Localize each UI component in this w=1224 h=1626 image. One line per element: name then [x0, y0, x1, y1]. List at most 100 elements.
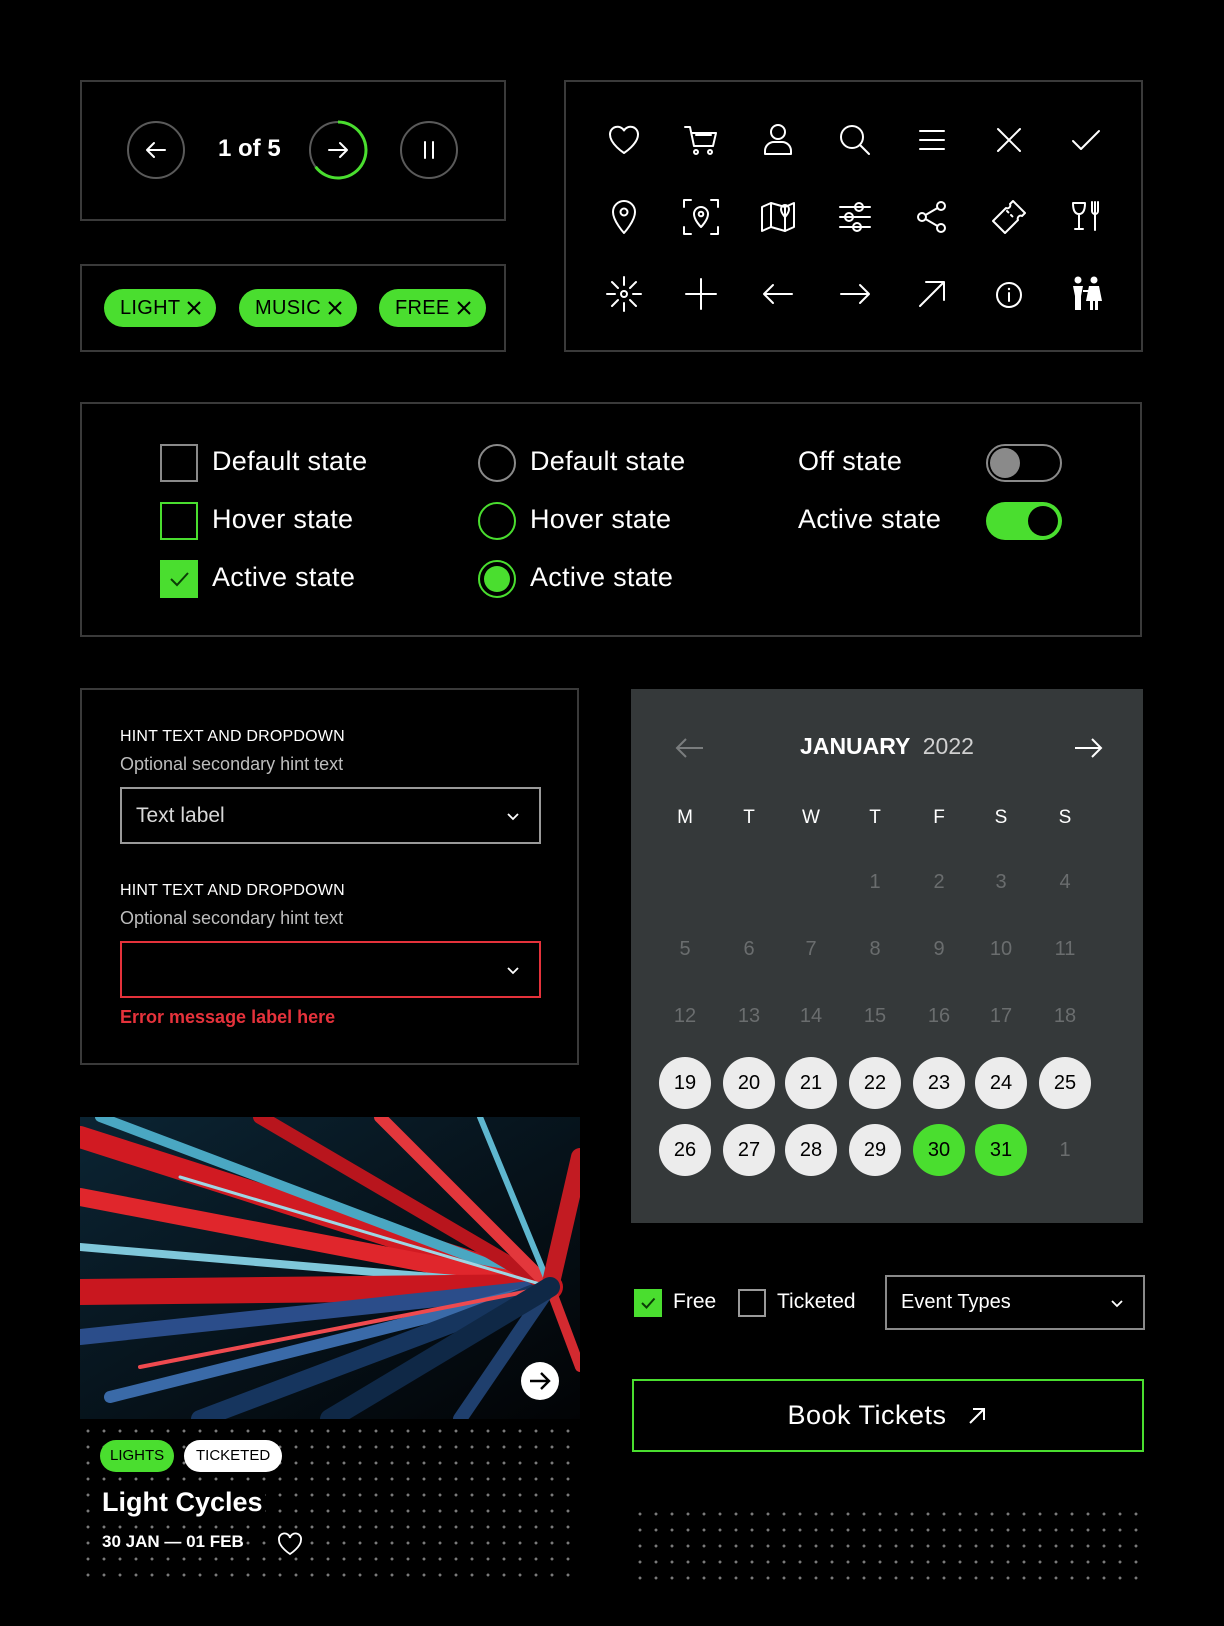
calendar-day: 5 [679, 937, 691, 960]
calendar-day[interactable]: 31 [975, 1124, 1027, 1176]
calendar-day: 9 [933, 937, 945, 960]
menu-icon [919, 130, 945, 150]
event-card[interactable]: LIGHTS TICKETED Light Cycles 30 JAN — 01… [80, 1117, 580, 1577]
checkbox-hover-label: Hover state [212, 504, 354, 534]
field1-title: HINT TEXT AND DROPDOWN [120, 728, 345, 745]
weekday-header: W [802, 807, 820, 828]
check-icon [1072, 130, 1100, 150]
checkbox-default[interactable] [160, 444, 198, 482]
calendar-day[interactable]: 26 [659, 1124, 711, 1176]
arrow-left-icon [763, 284, 793, 304]
weekday-header: F [933, 807, 945, 828]
pause-button[interactable] [400, 121, 458, 179]
toggle-off[interactable] [986, 444, 1062, 482]
card-next-button[interactable] [521, 1362, 559, 1400]
calendar-month: JANUARY [800, 733, 911, 759]
scan-location-icon [683, 199, 719, 235]
calendar-day[interactable]: 25 [1039, 1057, 1091, 1109]
date-picker-calendar: JANUARY 2022 MTWTFSS 1 2 3 4 5 6 7 8 9 10 11 12 13 14… [631, 689, 1143, 1223]
calendar-day[interactable]: 28 [785, 1124, 837, 1176]
chevron-down-icon [507, 812, 519, 820]
close-icon[interactable] [186, 300, 202, 316]
filter-chips-panel: LIGHT MUSIC FREE [80, 264, 506, 352]
book-tickets-label: Book Tickets [787, 1400, 947, 1430]
arrow-right-icon [840, 284, 870, 304]
event-types-value: Event Types [901, 1291, 1011, 1313]
radio-hover[interactable] [478, 502, 516, 540]
search-icon [840, 125, 870, 155]
progress-ring [314, 120, 368, 180]
prev-button[interactable] [127, 121, 185, 179]
calendar-title: JANUARY 2022 [631, 733, 1143, 760]
filter-ticketed-checkbox[interactable] [738, 1289, 766, 1317]
calendar-day: 16 [927, 1004, 951, 1027]
weekday-header: T [869, 807, 881, 828]
calendar-day: 1 [1059, 1138, 1071, 1161]
info-icon [996, 282, 1022, 308]
filter-free-label: Free [673, 1290, 717, 1313]
radio-hover-label: Hover state [530, 504, 672, 534]
field1-dropdown[interactable]: Text label [120, 787, 541, 844]
sliders-icon [839, 202, 871, 232]
arrow-left-icon [146, 142, 166, 158]
toggle-active[interactable] [986, 502, 1062, 540]
form-states-panel: Default state Hover state Active state D… [80, 402, 1142, 637]
light-streaks-artwork [80, 1117, 580, 1419]
share-icon [917, 201, 946, 233]
chip-music[interactable]: MUSIC [239, 289, 357, 327]
radio-default[interactable] [478, 444, 516, 482]
arrow-up-right-icon [968, 1407, 985, 1424]
toggle-active-label: Active state [798, 504, 942, 534]
calendar-day[interactable]: 24 [975, 1057, 1027, 1109]
calendar-day: 11 [1054, 937, 1076, 960]
chip-free[interactable]: FREE [379, 289, 486, 327]
weekday-header: T [743, 807, 755, 828]
pause-icon [424, 141, 434, 159]
close-icon[interactable] [327, 300, 343, 316]
calendar-year: 2022 [922, 733, 974, 759]
calendar-day[interactable]: 22 [849, 1057, 901, 1109]
radio-active[interactable] [478, 560, 516, 598]
checkbox-hover[interactable] [160, 502, 198, 540]
checkbox-default-label: Default state [212, 446, 368, 476]
dining-icon [1072, 201, 1099, 231]
calendar-day[interactable]: 27 [723, 1124, 775, 1176]
calendar-day[interactable]: 29 [849, 1124, 901, 1176]
dropdown-fields-panel: HINT TEXT AND DROPDOWN Optional secondar… [80, 688, 579, 1065]
calendar-day[interactable]: 19 [659, 1057, 711, 1109]
ticket-icon [992, 200, 1026, 234]
tag-lights: LIGHTS [100, 1440, 175, 1472]
next-button[interactable] [309, 120, 368, 180]
calendar-day[interactable]: 20 [723, 1057, 775, 1109]
calendar-day: 15 [863, 1004, 887, 1027]
tag-ticketed: TICKETED [184, 1440, 283, 1472]
field2-dropdown[interactable] [120, 941, 541, 998]
calendar-day: 3 [995, 870, 1007, 893]
close-icon [997, 128, 1021, 152]
chevron-down-icon [507, 966, 519, 974]
favorite-heart-icon[interactable] [276, 1531, 304, 1557]
icon-library-panel [564, 80, 1143, 352]
calendar-day: 4 [1059, 870, 1071, 893]
map-icon [761, 202, 795, 232]
weekday-header: M [677, 807, 693, 828]
calendar-day[interactable]: 30 [913, 1124, 965, 1176]
next-month-arrow-icon[interactable] [1071, 731, 1105, 765]
check-icon [641, 1297, 656, 1309]
filter-free-checkbox[interactable] [634, 1289, 662, 1317]
field2-hint: Optional secondary hint text [120, 908, 344, 928]
event-types-dropdown[interactable]: Event Types [885, 1275, 1145, 1330]
close-icon[interactable] [456, 300, 472, 316]
calendar-day[interactable]: 21 [785, 1057, 837, 1109]
book-tickets-button[interactable]: Book Tickets [632, 1379, 1144, 1452]
plus-icon [685, 278, 717, 310]
chip-light[interactable]: LIGHT [104, 289, 217, 327]
calendar-day[interactable]: 23 [913, 1057, 965, 1109]
calendar-day: 8 [869, 937, 881, 960]
event-image [80, 1117, 580, 1419]
calendar-day: 10 [989, 937, 1013, 960]
checkbox-active[interactable] [160, 560, 198, 598]
event-dates: 30 JAN — 01 FEB [100, 1532, 246, 1552]
checkbox-active-label: Active state [212, 562, 356, 592]
calendar-day: 7 [805, 937, 817, 960]
